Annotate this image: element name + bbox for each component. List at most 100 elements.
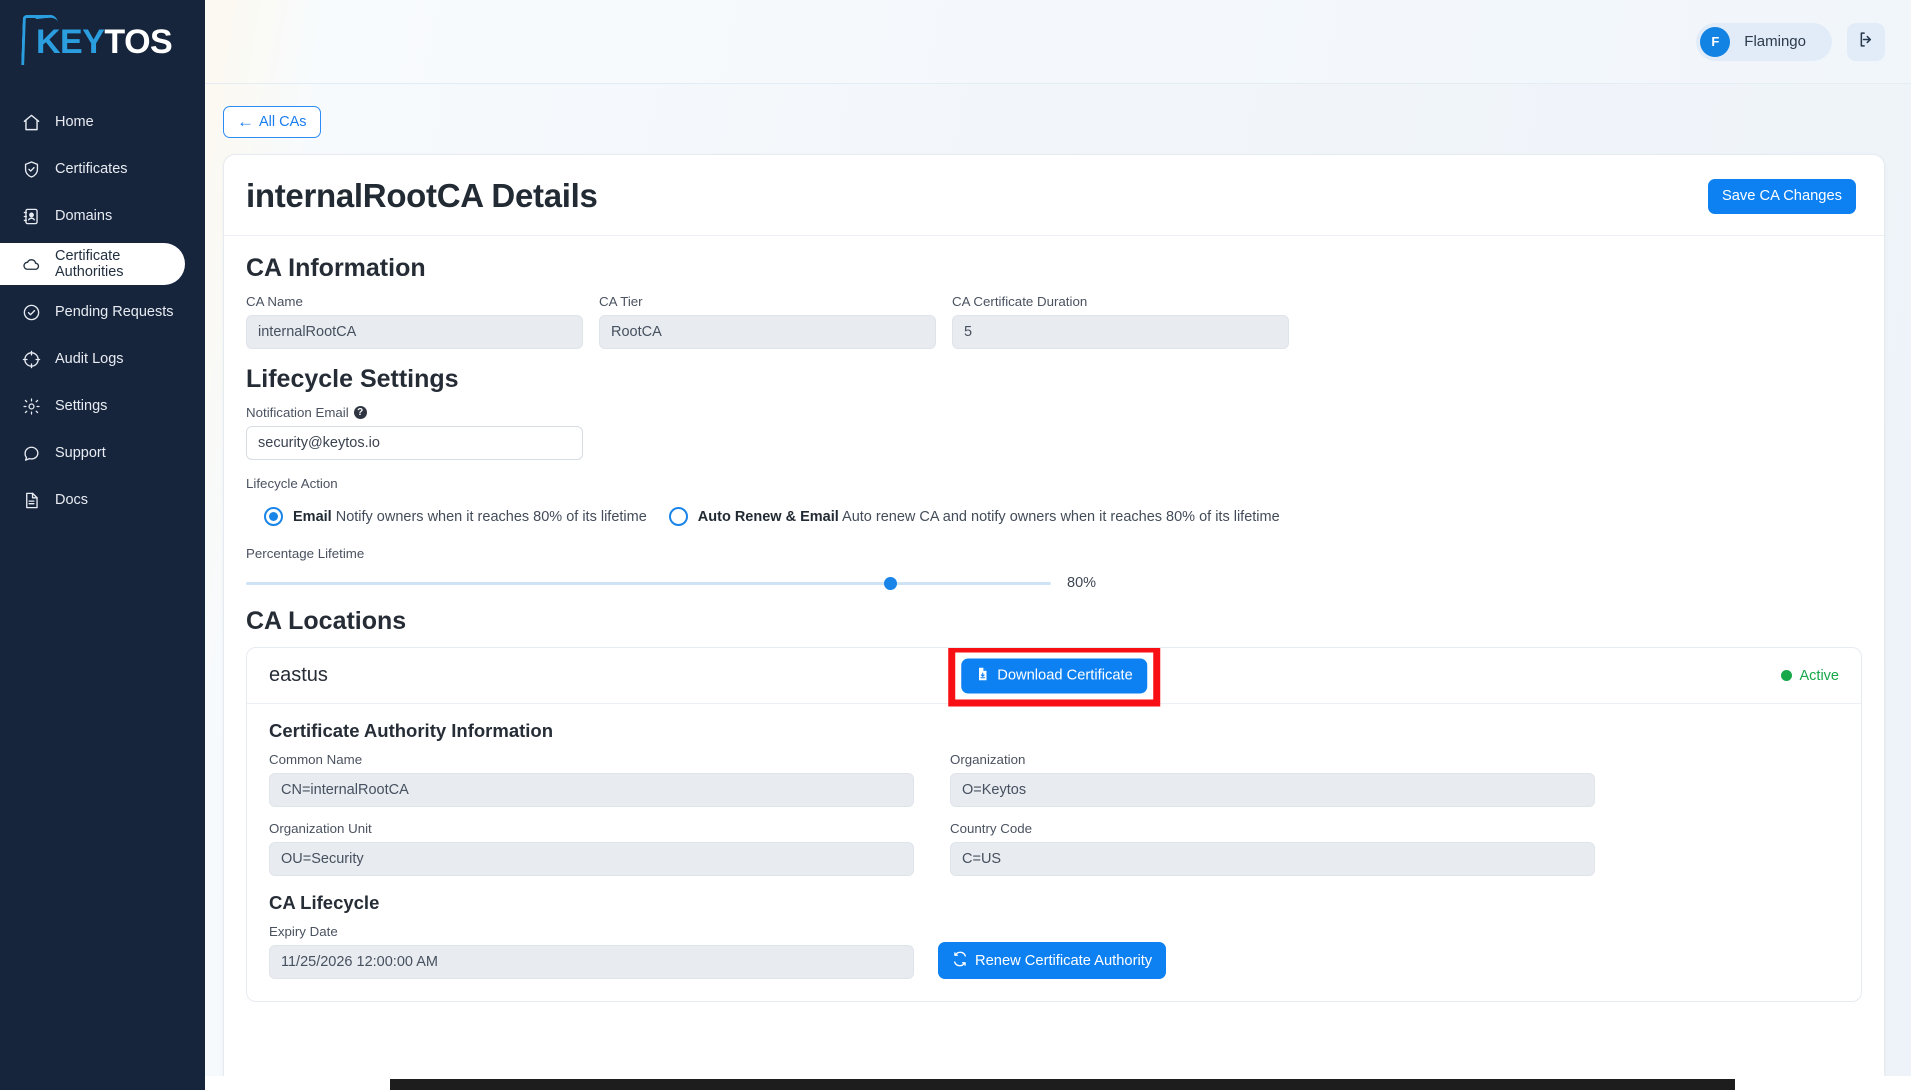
sidebar-item-certificate-authorities[interactable]: Certificate Authorities (0, 243, 185, 285)
field-label: CA Tier (599, 294, 643, 309)
field-country-code: Country Code (950, 821, 1595, 876)
logout-button[interactable] (1847, 22, 1885, 61)
card-body: CA Information CA Name CA Tier CA Certif… (224, 236, 1884, 1022)
sidebar-item-label: Home (55, 114, 94, 130)
radio-option-email[interactable]: Email Notify owners when it reaches 80% … (264, 507, 647, 526)
status-badge: Active (1780, 667, 1840, 684)
logout-icon (1857, 30, 1876, 54)
avatar: F (1700, 26, 1731, 57)
content-area: ← All CAs internalRootCA Details Save CA… (205, 84, 1911, 1090)
field-organization: Organization (950, 752, 1595, 807)
sidebar-item-label: Certificate Authorities (55, 248, 124, 280)
notification-email-group: Notification Email ? (246, 405, 583, 460)
field-organization-unit: Organization Unit (269, 821, 914, 876)
target-icon (22, 350, 41, 369)
ca-info-row-2: Organization Unit Country Code (269, 821, 1839, 876)
organization-input[interactable] (950, 773, 1595, 807)
field-expiry-date: Expiry Date (269, 924, 914, 979)
ca-information-fields: CA Name CA Tier CA Certificate Duration (246, 294, 1862, 349)
gear-icon (22, 397, 41, 416)
country-code-input[interactable] (950, 842, 1595, 876)
slider-track[interactable] (246, 576, 1051, 590)
ca-locations-title: CA Locations (246, 607, 407, 635)
radio-option-auto-renew-email[interactable]: Auto Renew & Email Auto renew CA and not… (668, 507, 1280, 526)
renew-certificate-authority-button[interactable]: Renew Certificate Authority (938, 942, 1167, 979)
back-button-label: All CAs (259, 114, 307, 130)
percentage-lifetime-label: Percentage Lifetime (246, 546, 365, 561)
status-label: Active (1799, 667, 1840, 684)
sidebar-nav: Home Certificates Domains Certificate Au… (0, 102, 205, 520)
common-name-input[interactable] (269, 773, 914, 807)
field-label: CA Name (246, 294, 303, 309)
sidebar-item-label: Certificates (55, 161, 128, 177)
sidebar-item-label: Support (55, 445, 106, 461)
location-card-body: Certificate Authority Information Common… (247, 704, 1861, 1001)
brand-tos: TOS (104, 23, 173, 61)
ca-name-input[interactable] (246, 315, 583, 349)
sidebar-item-certificates[interactable]: Certificates (0, 149, 205, 189)
field-label: CA Certificate Duration (952, 294, 1088, 309)
sidebar-item-label: Audit Logs (55, 351, 124, 367)
percentage-lifetime-slider[interactable]: 80% (246, 575, 1862, 591)
sidebar-item-domains[interactable]: Domains (0, 196, 205, 236)
notification-email-label: Notification Email (246, 405, 349, 420)
lifecycle-action-options: Email Notify owners when it reaches 80% … (246, 507, 1862, 526)
sidebar-item-pending-requests[interactable]: Pending Requests (0, 292, 205, 332)
notification-email-input[interactable] (246, 426, 583, 460)
location-card-eastus: eastus Download Certificate Active Certi… (246, 647, 1862, 1002)
save-ca-changes-button[interactable]: Save CA Changes (1707, 178, 1856, 214)
field-label: Organization Unit (269, 821, 372, 836)
clock-check-icon (22, 303, 41, 322)
sidebar-item-settings[interactable]: Settings (0, 386, 205, 426)
highlight-box: Download Certificate (948, 648, 1160, 706)
left-arrow-icon: ← (237, 112, 254, 131)
ca-certificate-duration-input[interactable] (952, 315, 1289, 349)
field-label: Country Code (950, 821, 1033, 836)
sidebar-item-home[interactable]: Home (0, 102, 205, 142)
file-download-icon (975, 666, 990, 685)
field-ca-duration: CA Certificate Duration (952, 294, 1289, 349)
ca-tier-input[interactable] (599, 315, 936, 349)
radio-bold-label: Auto Renew & Email (697, 508, 839, 525)
help-icon[interactable]: ? (353, 406, 367, 419)
radio-label-auto-renew: Auto Renew & Email Auto renew CA and not… (698, 509, 1280, 525)
brand-logo[interactable]: KEY TOS (0, 0, 205, 84)
ca-information-title: CA Information (246, 254, 426, 282)
sidebar-item-support[interactable]: Support (0, 433, 205, 473)
ca-info-row-1: Common Name Organization (269, 752, 1839, 807)
app-root: KEY TOS Home Certificates Domains Certif… (0, 0, 1911, 1090)
topbar: F Flamingo (205, 0, 1911, 84)
back-to-all-cas-button[interactable]: ← All CAs (223, 106, 321, 138)
slider-thumb[interactable] (884, 576, 897, 590)
page-title: internalRootCA Details (246, 177, 598, 214)
sidebar-item-label: Docs (55, 492, 89, 508)
organization-unit-input[interactable] (269, 842, 914, 876)
card-header: internalRootCA Details Save CA Changes (224, 155, 1884, 236)
download-certificate-button[interactable]: Download Certificate (961, 658, 1147, 693)
sidebar-item-docs[interactable]: Docs (0, 480, 205, 520)
sidebar: KEY TOS Home Certificates Domains Certif… (0, 0, 205, 1090)
sidebar-item-audit-logs[interactable]: Audit Logs (0, 339, 205, 379)
slider-value: 80% (1067, 575, 1097, 591)
download-certificate-holder: Download Certificate (948, 648, 1160, 706)
lifecycle-action-label: Lifecycle Action (246, 476, 338, 491)
horizontal-scrollbar[interactable] (205, 1076, 1911, 1090)
user-menu[interactable]: F Flamingo (1696, 22, 1832, 61)
chat-bubble-icon (22, 444, 41, 463)
main-area: F Flamingo ← All CAs internalRootCA Deta… (205, 0, 1911, 1090)
address-book-icon (22, 207, 41, 226)
scrollbar-thumb[interactable] (390, 1079, 1735, 1090)
sidebar-item-label: Domains (55, 208, 113, 224)
sidebar-item-label: Settings (55, 398, 108, 414)
home-icon (22, 113, 41, 132)
radio-label-email: Email Notify owners when it reaches 80% … (293, 509, 647, 525)
location-card-header: eastus Download Certificate Active (247, 648, 1861, 706)
expiry-date-input[interactable] (269, 945, 914, 979)
certificate-authority-information-title: Certificate Authority Information (269, 720, 554, 741)
lifecycle-settings-title: Lifecycle Settings (246, 365, 459, 393)
field-label: Organization (950, 752, 1026, 767)
radio-icon-selected[interactable] (264, 507, 283, 526)
radio-icon-unselected[interactable] (668, 507, 688, 526)
brand-key: KEY (36, 23, 105, 61)
ca-lifecycle-row: Expiry Date Renew Certificate Authority (269, 924, 1839, 979)
